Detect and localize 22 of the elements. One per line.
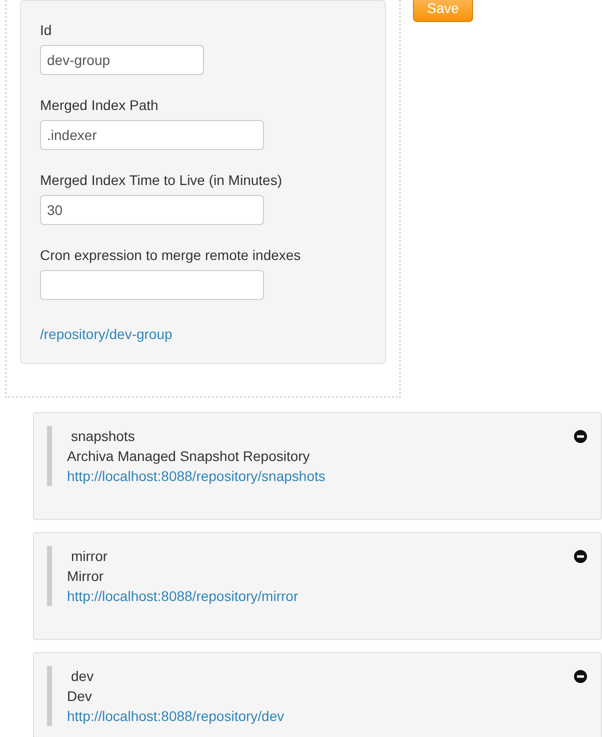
input-field[interactable]: .indexer (40, 120, 264, 150)
repository-name: mirror (70, 547, 108, 566)
repository-description: Dev (67, 687, 92, 706)
repository-description: Archiva Managed Snapshot Repository (67, 447, 310, 466)
repository-name: snapshots (70, 427, 135, 446)
remove-icon[interactable] (574, 670, 587, 683)
repository-name: dev (70, 667, 94, 686)
repository-url[interactable]: http://localhost:8088/repository/snapshots (67, 466, 326, 486)
repository-url[interactable]: http://localhost:8088/repository/mirror (67, 586, 298, 606)
field-label: Merged Index Path (40, 96, 158, 115)
field-label: Cron expression to merge remote indexes (40, 246, 301, 265)
input-field[interactable]: dev-group (40, 45, 204, 75)
remove-icon[interactable] (574, 550, 587, 563)
save-button[interactable]: Save (413, 0, 473, 22)
field-label: Id (40, 21, 52, 40)
repository-link[interactable]: /repository/dev-group (40, 324, 172, 344)
repository-description: Mirror (67, 567, 104, 586)
field-label: Merged Index Time to Live (in Minutes) (40, 171, 282, 190)
repository-url[interactable]: http://localhost:8088/repository/dev (67, 706, 284, 726)
input-field[interactable] (40, 270, 264, 300)
input-field[interactable]: 30 (40, 195, 264, 225)
remove-icon[interactable] (574, 430, 587, 443)
